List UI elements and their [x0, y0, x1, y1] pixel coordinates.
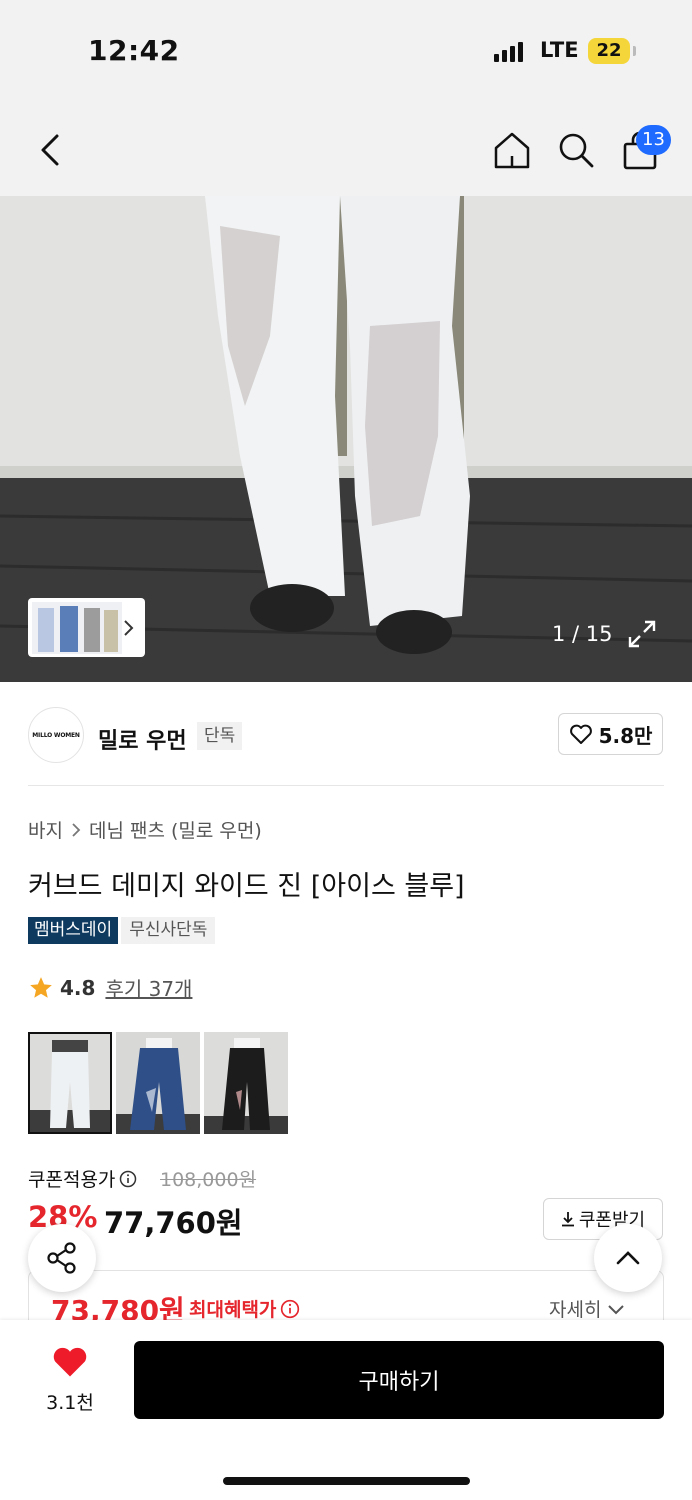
- max-benefit-label: 최대혜택가: [189, 1295, 300, 1322]
- breadcrumb-category[interactable]: 바지: [28, 816, 63, 843]
- info-icon[interactable]: [280, 1299, 300, 1319]
- status-time: 12:42: [88, 34, 180, 67]
- benefit-detail-label: 자세히: [549, 1299, 602, 1321]
- color-options: [28, 1032, 288, 1134]
- benefit-detail-toggle[interactable]: 자세히: [549, 1295, 625, 1322]
- brand-like-count: 5.8만: [598, 723, 653, 748]
- home-indicator: [223, 1477, 470, 1485]
- brand-like-button[interactable]: 5.8만: [558, 713, 663, 755]
- color-option-ice-blue[interactable]: [28, 1032, 112, 1134]
- color-thumbnail-image: [28, 1032, 112, 1134]
- original-price: 108,000원: [160, 1169, 257, 1191]
- thumbnail-preview: [32, 601, 122, 654]
- wishlist-count: 3.1천: [46, 1392, 94, 1414]
- gallery-counter: 1 / 15: [552, 622, 613, 646]
- chevron-left-icon: [41, 134, 59, 166]
- chevron-down-icon: [608, 1304, 625, 1314]
- color-thumbnail-image: [204, 1032, 288, 1134]
- divider: [28, 785, 664, 786]
- status-bar: 12:42 LTE 22: [0, 0, 692, 100]
- battery-tip: [633, 46, 636, 56]
- sale-price: 77,760원: [104, 1206, 243, 1240]
- scroll-top-button[interactable]: [594, 1224, 662, 1292]
- brand-name[interactable]: 밀로 우먼: [98, 723, 187, 755]
- share-icon: [47, 1242, 76, 1274]
- color-option-blue[interactable]: [116, 1032, 200, 1134]
- rating-score: 4.8: [60, 975, 96, 1000]
- brand-logo-text: MILLO WOMEN: [32, 731, 80, 739]
- breadcrumb-subcategory[interactable]: 데님 팬츠 (밀로 우먼): [89, 816, 262, 843]
- search-button[interactable]: [554, 128, 598, 172]
- breadcrumb: 바지 데님 팬츠 (밀로 우먼): [28, 816, 262, 843]
- exclusive-badge: 무신사단독: [121, 917, 216, 944]
- cart-count-badge: 13: [636, 125, 671, 155]
- share-button[interactable]: [28, 1224, 96, 1292]
- chevron-right-icon: [72, 822, 81, 837]
- product-title: 커브드 데미지 와이드 진 [아이스 블루]: [28, 871, 465, 902]
- color-option-black[interactable]: [204, 1032, 288, 1134]
- gallery-thumbnail-strip[interactable]: [28, 598, 145, 657]
- chevron-up-icon: [616, 1251, 640, 1265]
- brand-row: MILLO WOMEN 밀로 우먼 단독 5.8만: [0, 683, 692, 787]
- expand-icon: [628, 620, 656, 648]
- download-icon: [561, 1212, 574, 1227]
- product-badges: 멤버스데이 무신사단독: [28, 917, 216, 944]
- search-icon: [559, 133, 594, 168]
- heart-filled-icon: [53, 1347, 87, 1377]
- network-type: LTE: [540, 38, 579, 62]
- heart-outline-icon: [569, 724, 592, 744]
- color-thumbnail-image: [116, 1032, 200, 1134]
- signal-icon: [494, 42, 523, 62]
- coupon-price-label-text: 쿠폰적용가: [28, 1169, 116, 1191]
- star-icon: [30, 976, 52, 998]
- home-button[interactable]: [490, 128, 534, 172]
- review-link[interactable]: 후기 37개: [105, 973, 192, 1002]
- wishlist-button[interactable]: 3.1천: [40, 1344, 100, 1415]
- buy-button[interactable]: 구매하기: [134, 1341, 664, 1419]
- info-icon[interactable]: [119, 1170, 137, 1188]
- brand-exclusive-tag: 단독: [197, 722, 243, 750]
- back-button[interactable]: [30, 128, 70, 172]
- coupon-price-label: 쿠폰적용가: [28, 1165, 137, 1192]
- bottom-action-bar: 3.1천 구매하기: [0, 1320, 692, 1500]
- members-day-badge: 멤버스데이: [28, 917, 119, 944]
- expand-button[interactable]: [626, 618, 658, 654]
- battery-icon: 22: [588, 38, 630, 64]
- brand-logo[interactable]: MILLO WOMEN: [28, 707, 84, 763]
- chevron-right-icon: [124, 619, 134, 636]
- rating: 4.8 후기 37개: [28, 973, 192, 1002]
- home-icon: [494, 132, 530, 169]
- max-benefit-label-text: 최대혜택가: [189, 1299, 277, 1321]
